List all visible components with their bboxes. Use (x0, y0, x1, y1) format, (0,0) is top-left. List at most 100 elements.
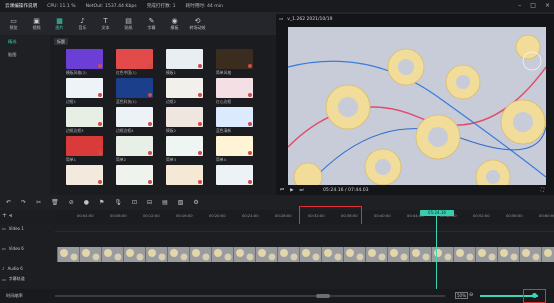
tool-7[interactable]: ◉ 模板 (163, 12, 186, 35)
template-thumbnail[interactable] (216, 165, 253, 185)
tool-label: 模板 (170, 24, 179, 30)
crop-icon[interactable]: ⊡ (132, 199, 137, 206)
speed-icon[interactable]: ⊘ (69, 199, 74, 206)
text-icon[interactable]: ⊟ (147, 199, 152, 206)
tool-8[interactable]: ⟲ 转场动效 (186, 12, 209, 35)
close-icon[interactable]: × (545, 2, 550, 9)
library-tab[interactable]: 标题 (54, 38, 68, 45)
audio6-lane[interactable] (55, 267, 554, 282)
video1-lane[interactable] (55, 224, 554, 239)
download-icon[interactable] (98, 151, 102, 155)
tool-2[interactable]: ▦ 图片 (48, 12, 71, 35)
track-header[interactable]: ▭ Video 1 (0, 226, 55, 231)
cut-icon[interactable]: ✂ (36, 199, 41, 206)
redo-icon[interactable]: ↷ (21, 199, 26, 206)
freeze-icon[interactable]: ▤ (162, 199, 168, 206)
download-icon[interactable] (148, 180, 152, 184)
template-thumbnail[interactable] (66, 136, 103, 156)
add-track-icon[interactable]: + ⫷ (2, 212, 12, 220)
play-icon[interactable]: ▶ (290, 188, 293, 193)
download-icon[interactable] (98, 122, 102, 126)
template-thumbnail[interactable] (116, 78, 153, 98)
track-name: 字幕轨道 (8, 276, 25, 281)
record-icon[interactable]: ● (84, 199, 89, 206)
undo-icon[interactable]: ↶ (6, 199, 11, 206)
sidebar-item-0[interactable]: 精选 (0, 35, 50, 48)
download-icon[interactable] (148, 64, 152, 68)
tool-6[interactable]: ✎ 字幕 (140, 12, 163, 35)
template-thumbnail[interactable] (166, 136, 203, 156)
split-icon[interactable]: ▧ (178, 199, 184, 206)
timeline-scrollbar[interactable] (55, 295, 445, 297)
tool-1[interactable]: ▣ 视频 (25, 12, 48, 35)
template-thumbnail[interactable] (216, 107, 253, 127)
template-thumbnail[interactable] (66, 78, 103, 98)
template-thumbnail[interactable] (166, 107, 203, 127)
prev-frame-icon[interactable]: ⏮ (280, 187, 284, 193)
download-icon[interactable] (198, 151, 202, 155)
download-icon[interactable] (148, 122, 152, 126)
template-label: 模板2 (166, 128, 177, 133)
template-thumbnail[interactable] (216, 78, 253, 98)
template-label: 蓝色清新 (216, 128, 232, 133)
download-icon[interactable] (198, 180, 202, 184)
download-icon[interactable] (198, 122, 202, 126)
template-thumbnail[interactable] (116, 107, 153, 127)
download-icon[interactable] (98, 180, 102, 184)
template-thumbnail[interactable] (216, 136, 253, 156)
tool-label: 图片 (55, 24, 64, 30)
download-icon[interactable] (248, 151, 252, 155)
download-icon[interactable] (98, 93, 102, 97)
next-frame-icon[interactable]: ⏭ (300, 187, 304, 193)
template-thumbnail[interactable] (216, 49, 253, 69)
marker-icon[interactable]: ⚑ (99, 199, 104, 206)
download-icon[interactable] (248, 64, 252, 68)
fullscreen-icon[interactable]: ⛶ (541, 187, 544, 193)
download-icon[interactable] (248, 122, 252, 126)
video6-lane[interactable] (55, 247, 554, 262)
tool-3[interactable]: ♪ 音乐 (71, 12, 94, 35)
template-thumbnail[interactable] (116, 136, 153, 156)
download-icon[interactable] (248, 180, 252, 184)
sidebar-item-1[interactable]: 贴图 (0, 48, 50, 61)
zoom-value: 50% (455, 292, 468, 299)
maximize-icon[interactable]: □ (530, 2, 536, 9)
tool-label: 预览 (9, 24, 18, 30)
template-thumbnail[interactable] (116, 165, 153, 185)
template-thumbnail[interactable] (66, 49, 103, 69)
tool-5[interactable]: ▤ 贴纸 (117, 12, 140, 35)
playhead[interactable] (436, 212, 437, 289)
download-icon[interactable] (198, 93, 202, 97)
zoom-highlight-box (523, 289, 546, 303)
template-thumbnail[interactable] (66, 107, 103, 127)
download-icon[interactable] (98, 64, 102, 68)
tool-4[interactable]: T 文本 (94, 12, 117, 35)
template-thumbnail[interactable] (166, 78, 203, 98)
tool-icon: ▣ (33, 16, 40, 25)
download-icon[interactable] (198, 64, 202, 68)
template-label: 简单风格 (216, 70, 232, 75)
tool-label: 文本 (101, 24, 110, 30)
tool-label: 音乐 (78, 24, 87, 30)
template-thumbnail[interactable] (166, 49, 203, 69)
video-clip[interactable] (57, 247, 554, 262)
zoom-out-icon[interactable]: ⊖ (469, 292, 473, 298)
mic-icon[interactable]: 🎙 (114, 199, 122, 206)
filter-icon[interactable]: ⚙ (193, 199, 198, 206)
delete-icon[interactable]: 🗑 (51, 199, 59, 206)
track-header[interactable]: ▭ Video 6 (0, 246, 55, 251)
download-icon[interactable] (148, 93, 152, 97)
scrollbar-thumb[interactable] (316, 294, 330, 298)
track-header[interactable]: ♪ Audio 6 (0, 266, 55, 271)
template-label: 简单1 (66, 157, 77, 162)
download-icon[interactable] (248, 93, 252, 97)
minimize-icon[interactable]: – (518, 2, 521, 9)
status-bar: 时间缩率 50% ⊖ (0, 289, 554, 303)
download-icon[interactable] (148, 151, 152, 155)
template-thumbnail[interactable] (66, 165, 103, 185)
template-thumbnail[interactable] (166, 165, 203, 185)
template-thumbnail[interactable] (116, 49, 153, 69)
track-header[interactable]: ▭ 字幕轨道 (0, 276, 55, 282)
video-frame[interactable] (288, 27, 546, 185)
tool-0[interactable]: ▭ 预览 (2, 12, 25, 35)
